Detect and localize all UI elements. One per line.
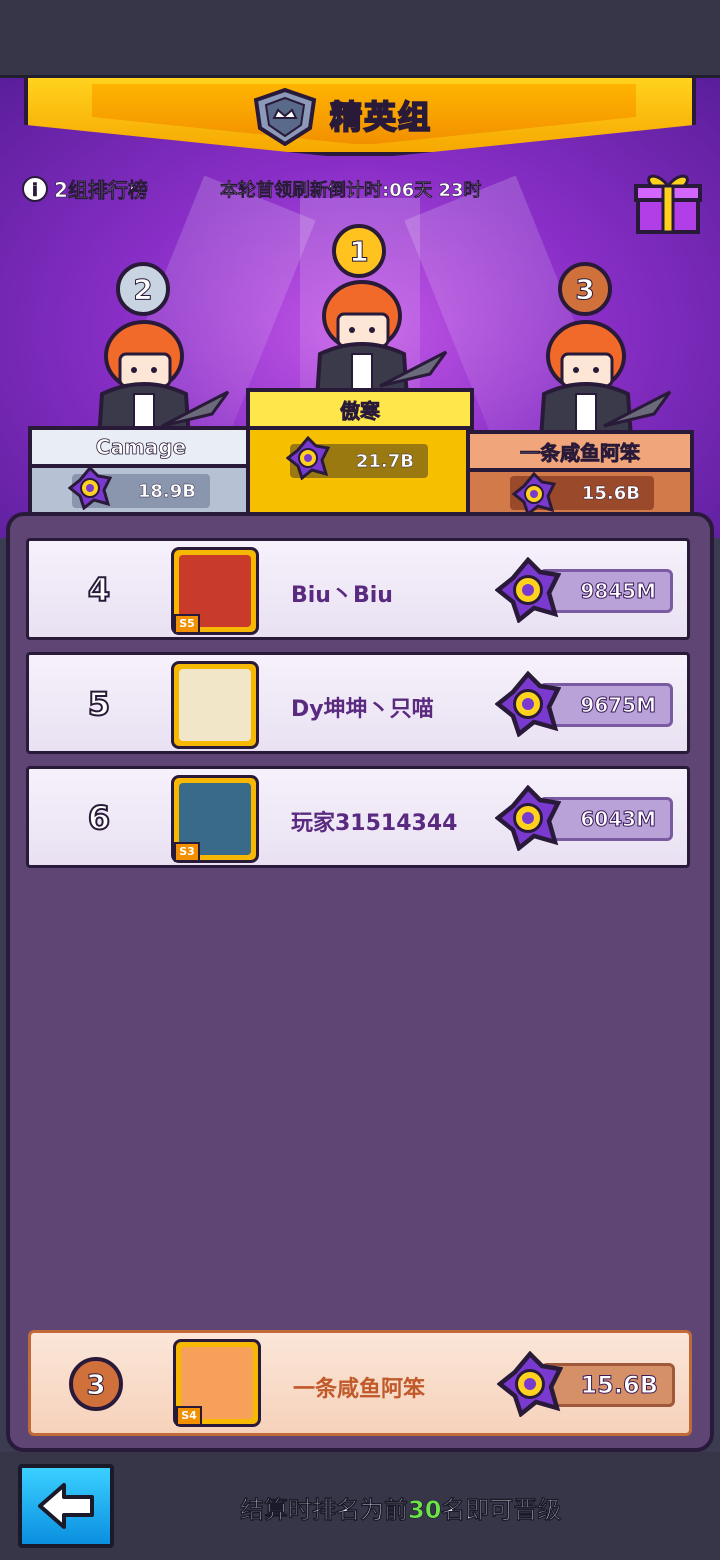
status-bar [0,0,720,78]
table-row[interactable]: 4 S5 Biu丶Biu 9845M [26,538,690,640]
my-rank-medal: 3 [69,1357,123,1411]
page-title: 精英组 [329,97,433,137]
level-tag: S4 [176,1406,202,1426]
level-tag: S5 [174,614,200,634]
back-arrow-icon [38,1483,94,1529]
promotion-hint: 结算时排名为前30名即可晋级 [240,1496,562,1525]
boss-token-icon [68,466,112,510]
back-button[interactable] [18,1464,114,1548]
crown-shield-icon [253,88,317,146]
row-rank: 5 [87,684,111,724]
boss-countdown: 本轮首领刷新倒计时:06天 23时 [220,180,482,202]
rank-1-medal: 1 [332,224,386,278]
player-avatar[interactable]: S3 [171,775,259,863]
rank-3-medal: 3 [558,262,612,316]
podium-stage: 精英组 i 2组排行榜 本轮首领刷新倒计时:06天 23时 2 Camage 1… [0,78,720,538]
level-tag: S3 [174,842,200,862]
group-info[interactable]: i 2组排行榜 [22,174,148,203]
table-row[interactable]: 6 S3 玩家31514344 6043M [26,766,690,868]
bottom-bar: 结算时排名为前30名即可晋级 [0,1452,720,1560]
boss-token-icon [497,1351,563,1417]
boss-token-icon [512,472,556,516]
my-name: 一条咸鱼阿笨 [293,1377,426,1402]
my-avatar[interactable]: S4 [173,1339,261,1427]
boss-token-icon [495,671,561,737]
group-label: 2组排行榜 [54,178,149,203]
player-name: 玩家31514344 [291,811,458,836]
podium-3-name: 一条咸鱼阿笨 [466,430,694,472]
podium-1-name: 傲寒 [246,388,474,430]
row-rank: 4 [87,570,111,610]
boss-token-icon [495,557,561,623]
podium-2-name: Camage [28,426,254,468]
row-rank: 6 [87,798,111,838]
table-row[interactable]: 5 Dy坤坤丶只喵 9675M [26,652,690,754]
gift-icon[interactable] [632,166,704,238]
info-icon[interactable]: i [22,175,48,202]
rank-2-medal: 2 [116,262,170,316]
my-rank-row[interactable]: 3 S4 一条咸鱼阿笨 15.6B [28,1330,692,1436]
player-avatar[interactable] [171,661,259,749]
boss-token-icon [495,785,561,851]
player-avatar[interactable]: S5 [171,547,259,635]
player-name: Biu丶Biu [291,583,393,608]
player-name: Dy坤坤丶只喵 [291,697,434,722]
boss-token-icon [286,436,330,480]
